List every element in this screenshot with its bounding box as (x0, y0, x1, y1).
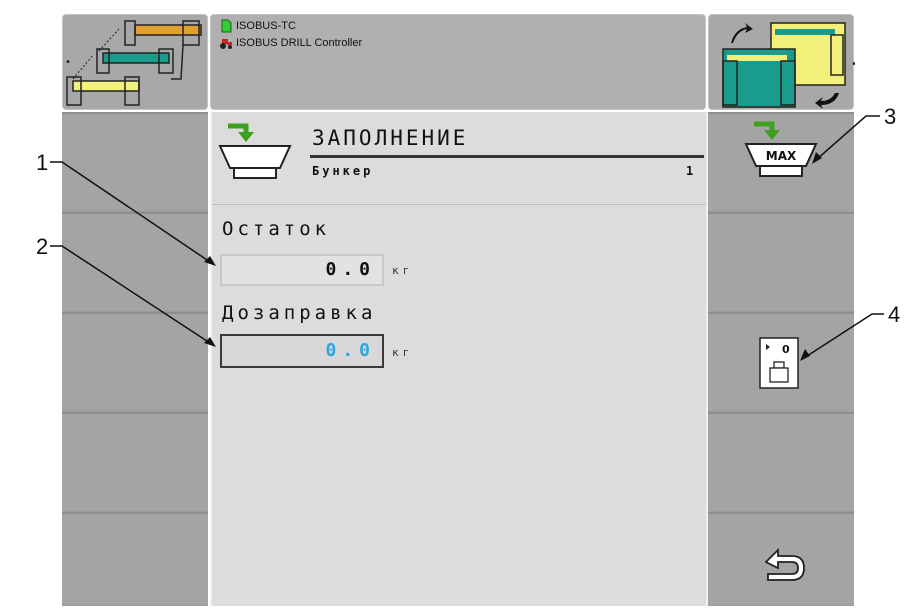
callout-line-2 (50, 245, 214, 346)
callout-1: 1 (36, 150, 49, 175)
callout-lines (50, 115, 884, 361)
callout-2: 2 (36, 234, 49, 259)
callout-3: 3 (884, 104, 897, 129)
callout-4: 4 (888, 302, 901, 327)
callout-line-4 (803, 313, 884, 359)
callout-line-3 (815, 115, 880, 161)
callout-line-1 (50, 161, 214, 265)
